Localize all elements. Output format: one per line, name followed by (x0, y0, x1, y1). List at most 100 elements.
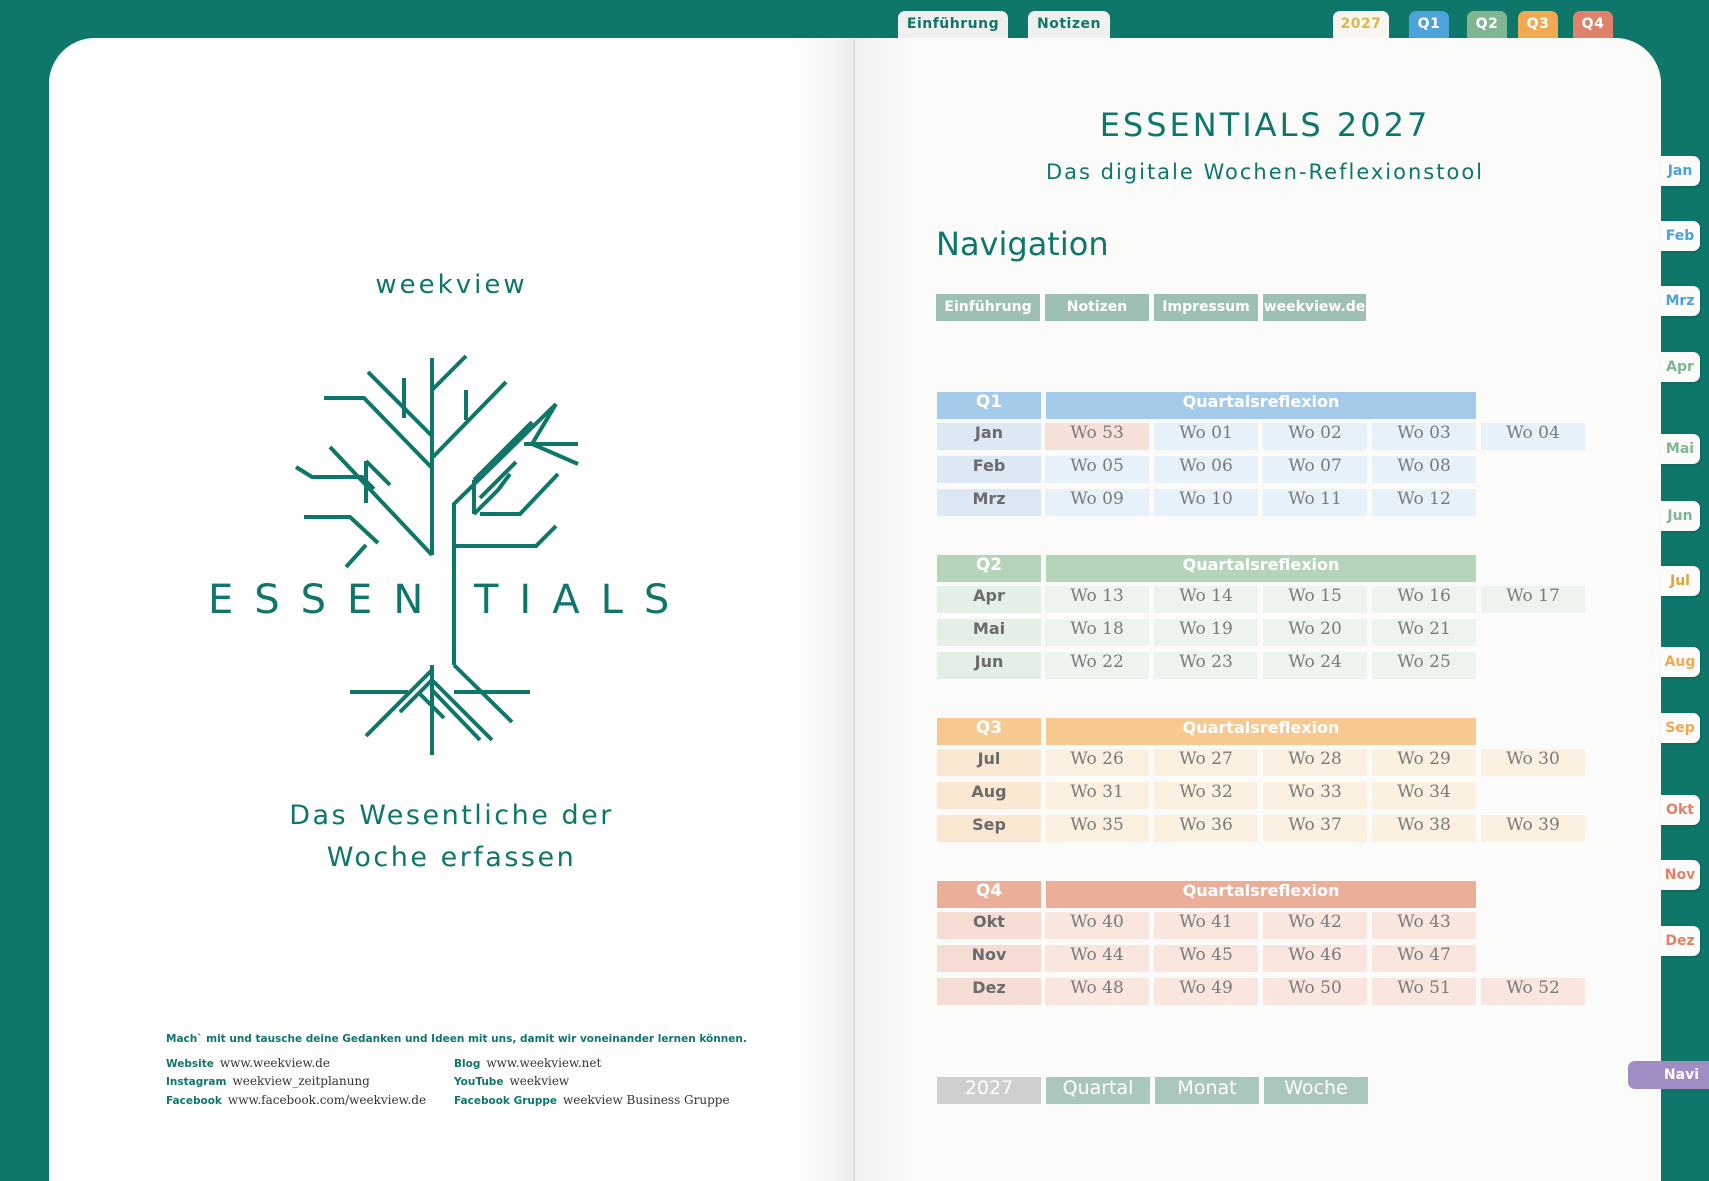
footer-button-quartal[interactable]: Quartal (1046, 1077, 1150, 1104)
week-cell[interactable]: Wo 18 (1045, 619, 1149, 646)
youtube-link[interactable]: weekview (509, 1074, 569, 1088)
blog-link[interactable]: www.weekview.net (486, 1056, 601, 1070)
instagram-link[interactable]: weekview_zeitplanung (232, 1074, 369, 1088)
page-subtitle: Das digitale Wochen-Reflexionstool (1045, 160, 1485, 184)
month-cell-apr[interactable]: Apr (937, 586, 1041, 613)
nav-link-impressum[interactable]: Impressum (1154, 294, 1258, 321)
week-cell[interactable]: Wo 21 (1372, 619, 1476, 646)
footer-button-monat[interactable]: Monat (1155, 1077, 1259, 1104)
week-cell[interactable]: Wo 19 (1154, 619, 1258, 646)
quarter-reflection-q3[interactable]: Quartalsreflexion (1046, 718, 1476, 745)
quarter-reflection-q4[interactable]: Quartalsreflexion (1046, 881, 1476, 908)
week-cell[interactable]: Wo 27 (1154, 749, 1258, 776)
instagram-label: Instagram (166, 1076, 227, 1088)
week-cell[interactable]: Wo 25 (1372, 652, 1476, 679)
week-cell[interactable]: Wo 16 (1372, 586, 1476, 613)
week-cell[interactable]: Wo 51 (1372, 978, 1476, 1005)
week-cell[interactable]: Wo 47 (1372, 945, 1476, 972)
nav-link-weekview[interactable]: weekview.de (1263, 294, 1366, 321)
month-cell-jul[interactable]: Jul (937, 749, 1041, 776)
week-cell[interactable]: Wo 43 (1372, 912, 1476, 939)
week-cell[interactable]: Wo 01 (1154, 423, 1258, 450)
week-cell[interactable]: Wo 34 (1372, 782, 1476, 809)
nav-link-einfuehrung[interactable]: Einführung (936, 294, 1040, 321)
week-cell[interactable]: Wo 38 (1372, 815, 1476, 842)
fbgroup-label: Facebook Gruppe (454, 1095, 557, 1107)
youtube-label: YouTube (454, 1076, 504, 1088)
navigation-heading: Navigation (936, 225, 1109, 263)
instagram-info[interactable]: Instagram weekview_zeitplanung (166, 1074, 370, 1088)
week-cell[interactable]: Wo 02 (1263, 423, 1367, 450)
month-cell-nov[interactable]: Nov (937, 945, 1041, 972)
week-cell[interactable]: Wo 49 (1154, 978, 1258, 1005)
week-cell[interactable]: Wo 03 (1372, 423, 1476, 450)
month-cell-okt[interactable]: Okt (937, 912, 1041, 939)
week-cell[interactable]: Wo 53 (1045, 423, 1149, 450)
quarter-label-q2[interactable]: Q2 (937, 555, 1041, 582)
fbgroup-info[interactable]: Facebook Gruppe weekview Business Gruppe (454, 1093, 730, 1107)
footer-button-woche[interactable]: Woche (1264, 1077, 1368, 1104)
week-cell[interactable]: Wo 23 (1154, 652, 1258, 679)
quarter-label-q4[interactable]: Q4 (937, 881, 1041, 908)
week-cell[interactable]: Wo 10 (1154, 489, 1258, 516)
month-cell-jan[interactable]: Jan (937, 423, 1041, 450)
website-link[interactable]: www.weekview.de (220, 1056, 330, 1070)
week-cell[interactable]: Wo 13 (1045, 586, 1149, 613)
quarter-label-q1[interactable]: Q1 (937, 392, 1041, 419)
week-cell[interactable]: Wo 29 (1372, 749, 1476, 776)
week-cell[interactable]: Wo 37 (1263, 815, 1367, 842)
week-cell[interactable]: Wo 11 (1263, 489, 1367, 516)
week-cell[interactable]: Wo 46 (1263, 945, 1367, 972)
facebook-link[interactable]: www.facebook.com/weekview.de (228, 1093, 426, 1107)
week-cell[interactable]: Wo 52 (1481, 978, 1585, 1005)
week-cell[interactable]: Wo 06 (1154, 456, 1258, 483)
week-cell[interactable]: Wo 09 (1045, 489, 1149, 516)
week-cell[interactable]: Wo 30 (1481, 749, 1585, 776)
week-cell[interactable]: Wo 39 (1481, 815, 1585, 842)
facebook-info[interactable]: Facebook www.facebook.com/weekview.de (166, 1093, 426, 1107)
week-cell[interactable]: Wo 45 (1154, 945, 1258, 972)
website-info[interactable]: Website www.weekview.de (166, 1056, 330, 1070)
week-cell[interactable]: Wo 20 (1263, 619, 1367, 646)
page-title: ESSENTIALS 2027 (1099, 106, 1431, 144)
blog-info[interactable]: Blog www.weekview.net (454, 1056, 601, 1070)
week-cell[interactable]: Wo 50 (1263, 978, 1367, 1005)
week-cell[interactable]: Wo 04 (1481, 423, 1585, 450)
month-cell-dez[interactable]: Dez (937, 978, 1041, 1005)
month-cell-jun[interactable]: Jun (937, 652, 1041, 679)
month-cell-mai[interactable]: Mai (937, 619, 1041, 646)
youtube-info[interactable]: YouTube weekview (454, 1074, 569, 1088)
week-cell[interactable]: Wo 05 (1045, 456, 1149, 483)
fbgroup-link[interactable]: weekview Business Gruppe (563, 1093, 730, 1107)
month-cell-aug[interactable]: Aug (937, 782, 1041, 809)
week-cell[interactable]: Wo 33 (1263, 782, 1367, 809)
logo-word-left: ESSEN (208, 577, 445, 623)
week-cell[interactable]: Wo 44 (1045, 945, 1149, 972)
week-cell[interactable]: Wo 07 (1263, 456, 1367, 483)
week-cell[interactable]: Wo 17 (1481, 586, 1585, 613)
month-cell-mrz[interactable]: Mrz (937, 489, 1041, 516)
week-cell[interactable]: Wo 12 (1372, 489, 1476, 516)
quarter-reflection-q2[interactable]: Quartalsreflexion (1046, 555, 1476, 582)
week-cell[interactable]: Wo 35 (1045, 815, 1149, 842)
week-cell[interactable]: Wo 31 (1045, 782, 1149, 809)
quarter-label-q3[interactable]: Q3 (937, 718, 1041, 745)
week-cell[interactable]: Wo 42 (1263, 912, 1367, 939)
week-cell[interactable]: Wo 15 (1263, 586, 1367, 613)
week-cell[interactable]: Wo 40 (1045, 912, 1149, 939)
week-cell[interactable]: Wo 26 (1045, 749, 1149, 776)
week-cell[interactable]: Wo 08 (1372, 456, 1476, 483)
week-cell[interactable]: Wo 28 (1263, 749, 1367, 776)
week-cell[interactable]: Wo 22 (1045, 652, 1149, 679)
week-cell[interactable]: Wo 36 (1154, 815, 1258, 842)
week-cell[interactable]: Wo 14 (1154, 586, 1258, 613)
week-cell[interactable]: Wo 41 (1154, 912, 1258, 939)
week-cell[interactable]: Wo 24 (1263, 652, 1367, 679)
quarter-reflection-q1[interactable]: Quartalsreflexion (1046, 392, 1476, 419)
week-cell[interactable]: Wo 48 (1045, 978, 1149, 1005)
footer-button-2027[interactable]: 2027 (937, 1077, 1041, 1104)
week-cell[interactable]: Wo 32 (1154, 782, 1258, 809)
nav-link-notizen[interactable]: Notizen (1045, 294, 1149, 321)
month-cell-sep[interactable]: Sep (937, 815, 1041, 842)
month-cell-feb[interactable]: Feb (937, 456, 1041, 483)
